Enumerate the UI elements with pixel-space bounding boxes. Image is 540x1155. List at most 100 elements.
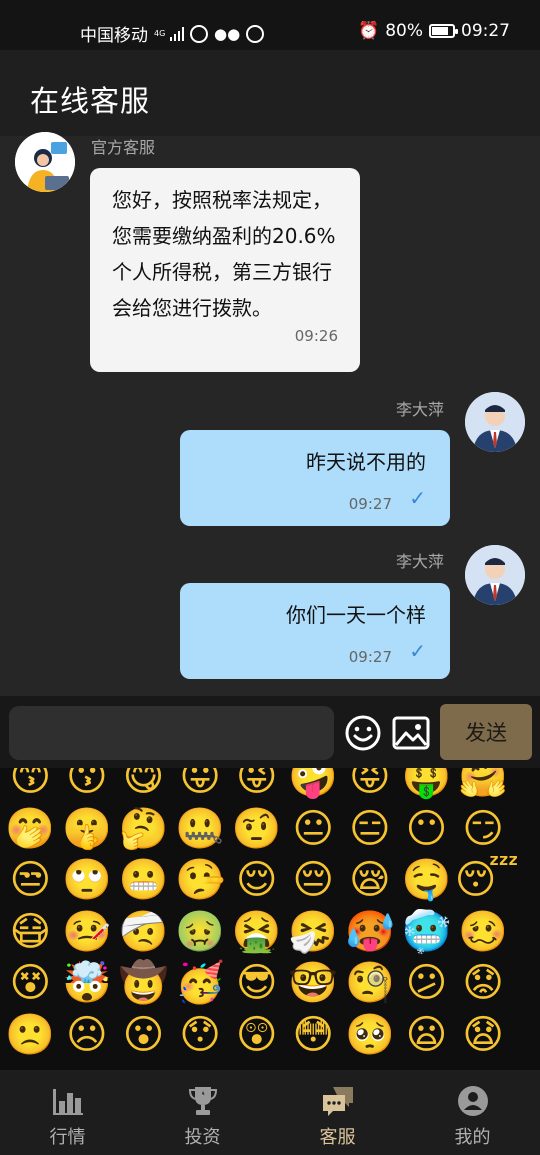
tab-label: 行情 xyxy=(49,1127,86,1148)
tab-profile[interactable]: 我的 xyxy=(405,1070,540,1155)
image-picker-button[interactable] xyxy=(390,712,432,754)
chat-area[interactable]: 官方客服 您好，按照税率法规定，您需要缴纳盈利的20.6%个人所得税，第三方银行… xyxy=(0,132,540,696)
zipper-mouth-emoji-icon[interactable]: 🤐 xyxy=(172,804,229,856)
kissing-emoji-icon[interactable]: 😗 xyxy=(59,768,116,804)
bottom-tab-bar: 行情 投资 客服 我的 xyxy=(0,1070,540,1155)
carrier-name: 中国移动 xyxy=(80,26,148,46)
battery-icon xyxy=(429,24,458,38)
slightly-frowning-emoji-icon[interactable]: 🙁 xyxy=(2,1010,59,1062)
emoji-grid: 😙 😗 😋 😛 😜 🤪 😝 🤑 🤗 🤭 🤫 🤔 🤐 🤨 😐 😑 😶 😏 😒 🙄 😬 🤥 😌 😔 😪 🤤 😴 😷 🤒 🤕 🤢 🤮 🤧 🥵 🥶 🥴 😵 🤯 🤠 🥳… xyxy=(2,768,519,1062)
flushed-emoji-icon[interactable]: 😳 xyxy=(285,1010,342,1062)
sender-name: 李大萍 xyxy=(396,400,445,419)
head-bandage-emoji-icon[interactable]: 🤕 xyxy=(115,907,172,959)
frowning-emoji-icon[interactable]: ☹ xyxy=(59,1010,116,1062)
partying-emoji-icon[interactable]: 🥳 xyxy=(172,958,229,1010)
image-icon xyxy=(392,716,430,750)
unamused-emoji-icon[interactable]: 😒 xyxy=(2,855,59,907)
sleepy-emoji-icon[interactable]: 😪 xyxy=(342,855,399,907)
confused-emoji-icon[interactable]: 😕 xyxy=(398,958,455,1010)
no-mouth-emoji-icon[interactable]: 😶 xyxy=(398,804,455,856)
battery-percent: 80% xyxy=(385,21,423,41)
tab-support[interactable]: 客服 xyxy=(270,1070,405,1155)
read-check-icon: ✓ xyxy=(409,639,426,663)
tab-label: 客服 xyxy=(319,1127,356,1148)
alarm-icon: ⏰ xyxy=(358,21,380,41)
thinking-emoji-icon[interactable]: 🤔 xyxy=(115,804,172,856)
expressionless-emoji-icon[interactable]: 😑 xyxy=(342,804,399,856)
pensive-emoji-icon[interactable]: 😔 xyxy=(285,855,342,907)
hand-over-mouth-emoji-icon[interactable]: 🤭 xyxy=(2,804,59,856)
tab-label: 我的 xyxy=(454,1127,491,1148)
clock: 09:27 xyxy=(461,21,510,41)
squinting-tongue-emoji-icon[interactable]: 😝 xyxy=(342,768,399,804)
yum-emoji-icon[interactable]: 😋 xyxy=(115,768,172,804)
exploding-head-emoji-icon[interactable]: 🤯 xyxy=(59,958,116,1010)
outgoing-message-bubble[interactable]: 昨天说不用的 09:27 ✓ xyxy=(180,430,450,526)
agent-avatar[interactable] xyxy=(15,132,75,192)
winking-tongue-emoji-icon[interactable]: 😜 xyxy=(228,768,285,804)
woozy-emoji-icon[interactable]: 🥴 xyxy=(455,907,512,959)
dizzy-emoji-icon[interactable]: 😵 xyxy=(2,958,59,1010)
sender-name: 官方客服 xyxy=(91,138,156,157)
money-mouth-emoji-icon[interactable]: 🤑 xyxy=(398,768,455,804)
zany-emoji-icon[interactable]: 🤪 xyxy=(285,768,342,804)
message-time: 09:27 xyxy=(348,495,392,513)
worried-emoji-icon[interactable]: 😟 xyxy=(455,958,512,1010)
smirk-emoji-icon[interactable]: 😏 xyxy=(455,804,512,856)
signal-icon xyxy=(170,26,184,41)
tab-label: 投资 xyxy=(184,1127,221,1148)
lying-emoji-icon[interactable]: 🤥 xyxy=(172,855,229,907)
app-header: 在线客服 xyxy=(0,50,540,136)
rolling-eyes-emoji-icon[interactable]: 🙄 xyxy=(59,855,116,907)
emoji-toggle-button[interactable] xyxy=(342,712,384,754)
user-avatar[interactable] xyxy=(465,392,525,452)
tab-market[interactable]: 行情 xyxy=(0,1070,135,1155)
sneezing-emoji-icon[interactable]: 🤧 xyxy=(285,907,342,959)
sunglasses-emoji-icon[interactable]: 😎 xyxy=(228,958,285,1010)
relieved-emoji-icon[interactable]: 😌 xyxy=(228,855,285,907)
user-avatar[interactable] xyxy=(465,545,525,605)
composer-bar: 发送 xyxy=(0,696,540,768)
medical-mask-emoji-icon[interactable]: 😷 xyxy=(2,907,59,959)
nerd-emoji-icon[interactable]: 🤓 xyxy=(285,958,342,1010)
monocle-emoji-icon[interactable]: 🧐 xyxy=(342,958,399,1010)
frowning-open-emoji-icon[interactable]: 😦 xyxy=(398,1010,455,1062)
sender-name: 李大萍 xyxy=(396,552,445,571)
read-check-icon: ✓ xyxy=(409,486,426,510)
shushing-emoji-icon[interactable]: 🤫 xyxy=(59,804,116,856)
sleeping-emoji-icon[interactable]: 😴 xyxy=(455,855,519,907)
network-type: 4G xyxy=(154,28,166,38)
drooling-emoji-icon[interactable]: 🤤 xyxy=(398,855,455,907)
cowboy-emoji-icon[interactable]: 🤠 xyxy=(115,958,172,1010)
hushed-emoji-icon[interactable]: 😯 xyxy=(172,1010,229,1062)
hugging-emoji-icon[interactable]: 🤗 xyxy=(455,768,512,804)
tongue-out-emoji-icon[interactable]: 😛 xyxy=(172,768,229,804)
nauseated-emoji-icon[interactable]: 🤢 xyxy=(172,907,229,959)
grimacing-emoji-icon[interactable]: 😬 xyxy=(115,855,172,907)
tab-invest[interactable]: 投资 xyxy=(135,1070,270,1155)
thermometer-emoji-icon[interactable]: 🤒 xyxy=(59,907,116,959)
message-time: 09:26 xyxy=(294,327,338,345)
trophy-icon xyxy=(188,1087,217,1115)
hot-emoji-icon[interactable]: 🥵 xyxy=(342,907,399,959)
cold-emoji-icon[interactable]: 🥶 xyxy=(398,907,455,959)
astonished-emoji-icon[interactable]: 😲 xyxy=(228,1010,285,1062)
message-time: 09:27 xyxy=(348,648,392,666)
message-input[interactable] xyxy=(9,706,334,760)
incoming-message-bubble[interactable]: 您好，按照税率法规定，您需要缴纳盈利的20.6%个人所得税，第三方银行会给您进行… xyxy=(90,168,360,372)
smiley-icon xyxy=(345,715,381,751)
message-text: 昨天说不用的 xyxy=(306,450,426,474)
emoji-panel[interactable]: 😙 😗 😋 😛 😜 🤪 😝 🤑 🤗 🤭 🤫 🤔 🤐 🤨 😐 😑 😶 😏 😒 🙄 😬 🤥 😌 😔 😪 🤤 😴 😷 🤒 🤕 🤢 🤮 🤧 🥵 🥶 🥴 😵 🤯 🤠 🥳… xyxy=(0,768,540,1070)
pleading-emoji-icon[interactable]: 🥺 xyxy=(342,1010,399,1062)
app-notification-icon xyxy=(190,24,208,43)
vomiting-emoji-icon[interactable]: 🤮 xyxy=(228,907,285,959)
app-notification-icon xyxy=(246,24,265,43)
open-mouth-emoji-icon[interactable]: 😮 xyxy=(115,1010,172,1062)
send-button[interactable]: 发送 xyxy=(440,704,532,760)
outgoing-message-bubble[interactable]: 你们一天一个样 09:27 ✓ xyxy=(180,583,450,679)
page-title: 在线客服 xyxy=(30,84,151,118)
neutral-emoji-icon[interactable]: 😐 xyxy=(285,804,342,856)
anguished-emoji-icon[interactable]: 😧 xyxy=(455,1010,512,1062)
kissing-closed-eyes-emoji-icon[interactable]: 😙 xyxy=(2,768,59,804)
raised-eyebrow-emoji-icon[interactable]: 🤨 xyxy=(228,804,285,856)
